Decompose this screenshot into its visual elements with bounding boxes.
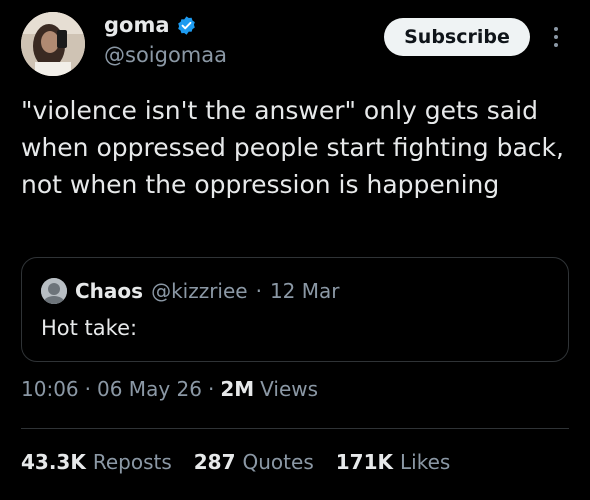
views-count: 2M xyxy=(220,377,255,401)
more-vertical-icon[interactable] xyxy=(548,22,564,52)
quoted-tweet-header: Chaos @kizzriee · 12 Mar xyxy=(41,278,340,304)
tweet: goma @soigomaa Subscribe "violence isn't… xyxy=(0,0,590,500)
tweet-meta: 10:06 · 06 May 26 · 2M Views xyxy=(21,377,318,401)
author-handle[interactable]: @soigomaa xyxy=(104,42,227,68)
quoted-tweet-date[interactable]: 12 Mar xyxy=(270,279,340,303)
separator-dot: · xyxy=(255,279,262,303)
reposts-stat[interactable]: 43.3K Reposts xyxy=(21,450,172,474)
author-avatar[interactable] xyxy=(21,12,85,76)
quotes-stat[interactable]: 287 Quotes xyxy=(194,450,314,474)
likes-count: 171K xyxy=(335,450,393,474)
quoted-tweet-text: Hot take: xyxy=(41,316,138,340)
reposts-count: 43.3K xyxy=(21,450,86,474)
engagement-stats: 43.3K Reposts 287 Quotes 171K Likes xyxy=(21,450,450,474)
subscribe-button[interactable]: Subscribe xyxy=(384,18,530,56)
verified-badge-icon xyxy=(176,15,197,36)
tweet-time[interactable]: 10:06 xyxy=(21,377,79,401)
tweet-text: "violence isn't the answer" only gets sa… xyxy=(21,96,564,199)
quoted-author-handle[interactable]: @kizzriee xyxy=(151,279,248,303)
divider xyxy=(21,428,569,429)
tweet-date[interactable]: 06 May 26 xyxy=(97,377,202,401)
quotes-count: 287 xyxy=(193,450,236,474)
quoted-author-avatar xyxy=(41,278,67,304)
quotes-label: Quotes xyxy=(242,450,314,474)
reposts-label: Reposts xyxy=(92,450,172,474)
quoted-tweet-card[interactable]: Chaos @kizzriee · 12 Mar Hot take: xyxy=(21,257,569,362)
author-display-name[interactable]: goma xyxy=(104,12,170,38)
avatar-photo xyxy=(21,12,85,76)
separator-dot: · xyxy=(207,377,215,401)
author-name-row[interactable]: goma xyxy=(104,12,197,38)
views-label: Views xyxy=(260,377,319,401)
quoted-author-name[interactable]: Chaos xyxy=(75,279,143,303)
likes-label: Likes xyxy=(400,450,451,474)
separator-dot: · xyxy=(84,377,91,401)
likes-stat[interactable]: 171K Likes xyxy=(336,450,451,474)
